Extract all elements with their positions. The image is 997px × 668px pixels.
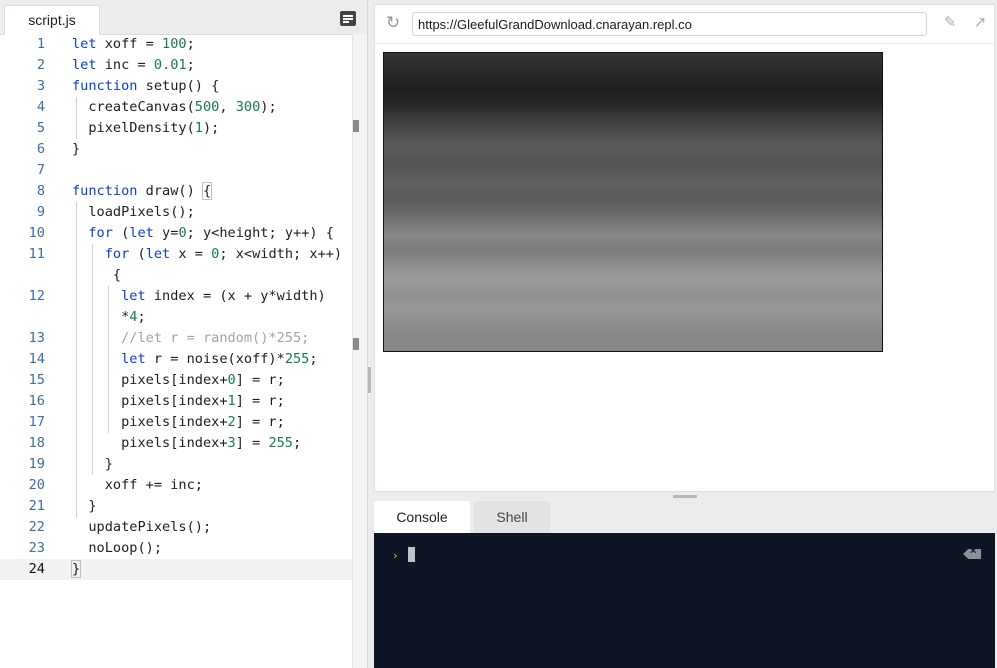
scrollbar-marker [353, 120, 359, 132]
code-line[interactable]: 16 pixels[index+1] = r; [0, 391, 352, 412]
code-text: updatePixels(); [72, 519, 212, 535]
code-text: let inc = 0.01; [72, 57, 195, 73]
code-text: function setup() { [72, 78, 220, 94]
console-output[interactable]: › [374, 533, 995, 668]
code-line[interactable]: 3 function setup() { [0, 76, 352, 97]
code-text: } [72, 141, 81, 157]
line-number: 15 [28, 372, 45, 388]
code-text: for (let y=0; y<height; y++) { [88, 225, 334, 241]
code-editor-pane: script.js 1 let xoff = 100; 2 let inc = 0.0… [0, 0, 368, 668]
code-line[interactable]: 8 function draw() { [0, 181, 352, 202]
line-number: 19 [28, 456, 45, 472]
line-number: 5 [36, 120, 45, 136]
pane-resize-handle[interactable] [368, 367, 371, 393]
line-number: 22 [28, 519, 45, 535]
code-text: } [70, 560, 82, 578]
scrollbar-marker [353, 338, 359, 350]
reload-icon[interactable]: ↻ [383, 13, 403, 33]
line-number: 2 [36, 57, 45, 73]
line-number: 13 [28, 330, 45, 346]
code-text: { [72, 267, 122, 283]
code-text: pixels[index+1] = r; [72, 393, 285, 409]
prompt-chevron-icon: › [392, 549, 399, 562]
code-text: pixels[index+3] = 255; [72, 435, 302, 451]
code-line[interactable]: 5 pixelDensity(1); [0, 118, 352, 139]
code-line[interactable]: 18 pixels[index+3] = 255; [0, 433, 352, 454]
code-text: noLoop(); [72, 540, 163, 556]
code-line[interactable]: 2 let inc = 0.01; [0, 55, 352, 76]
line-number: 4 [36, 99, 45, 115]
code-line[interactable]: 20 xoff += inc; [0, 475, 352, 496]
code-line[interactable]: 7 [0, 160, 352, 181]
editor-tab-bar: script.js [0, 0, 367, 35]
indent-guide [76, 97, 77, 139]
code-line[interactable]: 4 createCanvas(500, 300); [0, 97, 352, 118]
code-text: pixelDensity(1); [72, 120, 220, 136]
indent-guide [108, 286, 109, 433]
console-resize-handle[interactable] [673, 495, 697, 498]
code-text: let index = (x + y*width) [121, 288, 326, 304]
code-line[interactable]: *4; [0, 307, 352, 328]
url-input[interactable] [412, 12, 927, 36]
code-line[interactable]: 9 loadPixels(); [0, 202, 352, 223]
code-text: loadPixels(); [72, 204, 195, 220]
code-line[interactable]: 23 noLoop(); [0, 538, 352, 559]
code-text: for (let x = 0; x<width; x++) [104, 246, 343, 262]
code-line[interactable]: 17 pixels[index+2] = r; [0, 412, 352, 433]
line-number: 7 [36, 162, 45, 178]
line-number: 14 [28, 351, 45, 367]
indent-guide [92, 244, 93, 475]
code-text: function draw() { [72, 182, 213, 200]
code-line[interactable]: 15 pixels[index+0] = r; [0, 370, 352, 391]
console-cursor [408, 547, 415, 562]
code-line[interactable]: { [0, 265, 352, 286]
code-text: pixels[index+0] = r; [72, 372, 285, 388]
code-line[interactable]: 24} [0, 559, 352, 580]
code-line[interactable]: 22 updatePixels(); [0, 517, 352, 538]
p5-noise-canvas [383, 52, 883, 352]
tab-shell[interactable]: Shell [474, 501, 550, 533]
open-in-new-tab-icon[interactable]: ↗ [971, 13, 989, 33]
console-tab-bar: Console Shell [374, 501, 995, 533]
code-line[interactable]: 21 } [0, 496, 352, 517]
line-number: 18 [28, 435, 45, 451]
code-area[interactable]: 1 let xoff = 100; 2 let inc = 0.01; 3 functio… [0, 34, 352, 580]
line-number: 9 [36, 204, 45, 220]
line-number: 16 [28, 393, 45, 409]
code-line[interactable]: 14 let r = noise(xoff)*255; [0, 349, 352, 370]
code-line[interactable]: 13 //let r = random()*255; [0, 328, 352, 349]
files-icon[interactable] [340, 11, 356, 26]
pencil-icon[interactable]: ✎ [941, 13, 959, 33]
line-number: 3 [36, 78, 45, 94]
code-line[interactable]: 1 let xoff = 100; [0, 34, 352, 55]
line-number: 10 [28, 225, 45, 241]
line-number: 24 [28, 561, 45, 577]
line-number: 12 [28, 288, 45, 304]
code-line[interactable]: 19 } [0, 454, 352, 475]
line-number: 8 [36, 183, 45, 199]
code-text: let xoff = 100; [72, 36, 195, 52]
line-number: 17 [28, 414, 45, 430]
code-line[interactable]: 10 for (let y=0; y<height; y++) { [0, 223, 352, 244]
line-number: 20 [28, 477, 45, 493]
url-bar: ↻ ✎ ↗ [375, 5, 994, 44]
file-tab-script-js[interactable]: script.js [4, 5, 100, 35]
indent-guide [76, 202, 77, 517]
web-preview-pane: ↻ ✎ ↗ [374, 4, 995, 492]
code-line[interactable]: 12 let index = (x + y*width) [0, 286, 352, 307]
line-number: 23 [28, 540, 45, 556]
line-number: 11 [28, 246, 45, 262]
line-number: 1 [36, 36, 45, 52]
code-line[interactable]: 11 for (let x = 0; x<width; x++) [0, 244, 352, 265]
code-text: createCanvas(500, 300); [72, 99, 277, 115]
code-text: xoff += inc; [72, 477, 203, 493]
tab-console[interactable]: Console [374, 501, 470, 533]
line-number: 6 [36, 141, 45, 157]
code-text: pixels[index+2] = r; [72, 414, 285, 430]
line-number: 21 [28, 498, 45, 514]
clear-console-icon[interactable] [963, 549, 981, 559]
code-line[interactable]: 6} [0, 139, 352, 160]
